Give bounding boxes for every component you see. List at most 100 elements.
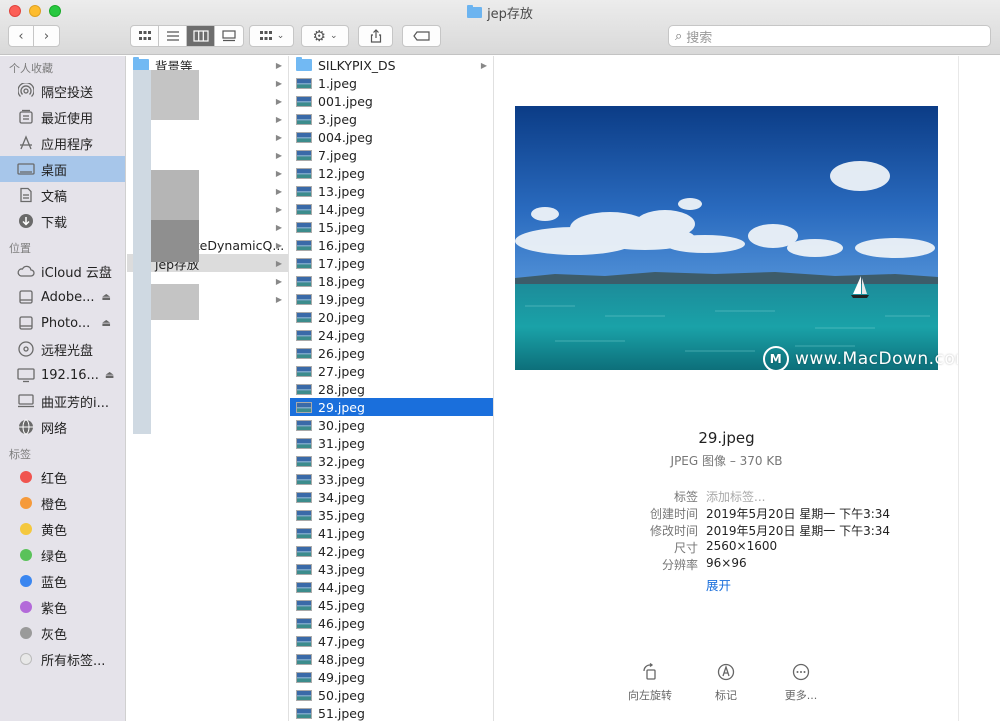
file-row[interactable]: 26.jpeg xyxy=(290,344,493,362)
file-row[interactable]: 004.jpeg xyxy=(290,128,493,146)
file-row[interactable]: 001.jpeg xyxy=(290,92,493,110)
sidebar-item-location[interactable]: 192.16... ⏏ xyxy=(0,362,125,388)
sidebar-item-tag[interactable]: 紫色 xyxy=(0,594,125,620)
sidebar-item-favorite[interactable]: 应用程序 xyxy=(0,130,125,156)
add-tags-field[interactable]: 添加标签... xyxy=(706,488,765,505)
eject-icon[interactable]: ⏏ xyxy=(105,370,114,381)
file-row[interactable]: 31.jpeg xyxy=(290,434,493,452)
sidebar-item-favorite[interactable]: 下载 xyxy=(0,208,125,234)
folder-row[interactable]: ▶ xyxy=(127,146,288,164)
icon-view-button[interactable] xyxy=(131,26,159,46)
file-row[interactable]: 43.jpeg xyxy=(290,560,493,578)
eject-icon[interactable]: ⏏ xyxy=(102,318,111,329)
item-name: 30.jpeg xyxy=(318,417,365,433)
folder-row[interactable]: ▶ xyxy=(127,128,288,146)
file-row[interactable]: 41.jpeg xyxy=(290,524,493,542)
file-row[interactable]: 27.jpeg xyxy=(290,362,493,380)
back-button[interactable]: ‹ xyxy=(9,26,35,46)
file-row[interactable]: 1.jpeg xyxy=(290,74,493,92)
rotate-left-button[interactable]: 向左旋转 xyxy=(615,661,685,703)
file-row[interactable]: 51.jpeg xyxy=(290,704,493,721)
file-row[interactable]: 30.jpeg xyxy=(290,416,493,434)
metadata-row: 尺寸 2560×1600 xyxy=(495,539,958,556)
sidebar-item-favorite[interactable]: 最近使用 xyxy=(0,104,125,130)
sidebar-item-location[interactable]: Adobe... ⏏ xyxy=(0,284,125,310)
image-thumbnail-icon xyxy=(296,689,312,701)
folder-icon xyxy=(296,57,312,71)
file-row[interactable]: 33.jpeg xyxy=(290,470,493,488)
sidebar-item-tag[interactable]: 黄色 xyxy=(0,516,125,542)
search-field[interactable]: ⌕ 搜索 xyxy=(668,25,991,47)
tags-button[interactable] xyxy=(402,25,441,47)
file-row[interactable]: 3.jpeg xyxy=(290,110,493,128)
item-name: 18.jpeg xyxy=(318,273,365,289)
sidebar-item-location[interactable]: Photo... ⏏ xyxy=(0,310,125,336)
file-row[interactable]: 32.jpeg xyxy=(290,452,493,470)
file-row[interactable]: 29.jpeg xyxy=(290,398,493,416)
list-view-button[interactable] xyxy=(159,26,187,46)
file-row[interactable]: 47.jpeg xyxy=(290,632,493,650)
more-button[interactable]: 更多... xyxy=(766,661,836,703)
sidebar-item-tag[interactable]: 绿色 xyxy=(0,542,125,568)
display-icon xyxy=(17,366,35,384)
share-button[interactable] xyxy=(358,25,393,47)
sidebar-item-label: 红色 xyxy=(41,471,68,487)
file-row[interactable]: 12.jpeg xyxy=(290,164,493,182)
file-row[interactable]: 34.jpeg xyxy=(290,488,493,506)
file-row[interactable]: 19.jpeg xyxy=(290,290,493,308)
column-view-button[interactable] xyxy=(187,26,215,46)
file-row[interactable]: 42.jpeg xyxy=(290,542,493,560)
file-row[interactable]: 20.jpeg xyxy=(290,308,493,326)
sidebar-item-label: 应用程序 xyxy=(41,137,94,153)
file-row[interactable]: 45.jpeg xyxy=(290,596,493,614)
file-row[interactable]: 28.jpeg xyxy=(290,380,493,398)
image-thumbnail-icon xyxy=(296,437,312,449)
sidebar-item-favorite[interactable]: 隔空投送 xyxy=(0,78,125,104)
group-button[interactable]: ⌄ xyxy=(249,25,294,47)
watermark: M www.MacDown.com xyxy=(763,346,972,372)
sidebar-item-tag[interactable]: 灰色 xyxy=(0,620,125,646)
file-row[interactable]: 16.jpeg xyxy=(290,236,493,254)
sidebar-item-favorite[interactable]: 桌面 xyxy=(0,156,125,182)
redacted-region xyxy=(151,284,199,320)
sidebar-item-location[interactable]: iCloud 云盘 xyxy=(0,258,125,284)
markup-button[interactable]: 标记 xyxy=(691,661,761,703)
gallery-view-button[interactable] xyxy=(215,26,243,46)
image-thumbnail-icon xyxy=(296,707,312,719)
sidebar-item-location[interactable]: 远程光盘 xyxy=(0,336,125,362)
file-row[interactable]: SILKYPIX_DS ▶ xyxy=(290,56,493,74)
sidebar-item-tag[interactable]: 蓝色 xyxy=(0,568,125,594)
file-row[interactable]: 44.jpeg xyxy=(290,578,493,596)
sidebar-item-location[interactable]: 曲亚芳的i... xyxy=(0,388,125,414)
file-row[interactable]: 14.jpeg xyxy=(290,200,493,218)
sidebar-item-location[interactable]: 网络 xyxy=(0,414,125,440)
file-row[interactable]: 35.jpeg xyxy=(290,506,493,524)
file-row[interactable]: 13.jpeg xyxy=(290,182,493,200)
file-row[interactable]: 46.jpeg xyxy=(290,614,493,632)
sidebar-item-tag[interactable]: 红色 xyxy=(0,464,125,490)
file-row[interactable]: 50.jpeg xyxy=(290,686,493,704)
eject-icon[interactable]: ⏏ xyxy=(102,292,111,303)
file-row[interactable]: 49.jpeg xyxy=(290,668,493,686)
file-row[interactable]: 48.jpeg xyxy=(290,650,493,668)
expand-link[interactable]: 展开 xyxy=(706,575,731,594)
toolbar: jep存放 ‹ › ⌄ ⚙ ⌄ ⌕ 搜索 xyxy=(0,0,1000,55)
redacted-region xyxy=(151,170,199,220)
file-row[interactable]: 15.jpeg xyxy=(290,218,493,236)
sidebar-item-tag[interactable]: 橙色 xyxy=(0,490,125,516)
tag-color-icon xyxy=(20,653,32,665)
sidebar-item-label: 所有标签... xyxy=(41,653,106,669)
metadata-key: 分辨率 xyxy=(661,558,698,572)
sidebar-item-tag[interactable]: 所有标签... xyxy=(0,646,125,672)
sidebar-item-favorite[interactable]: 文稿 xyxy=(0,182,125,208)
file-row[interactable]: 24.jpeg xyxy=(290,326,493,344)
action-menu-button[interactable]: ⚙ ⌄ xyxy=(301,25,349,47)
file-row[interactable]: 18.jpeg xyxy=(290,272,493,290)
gear-icon: ⚙ xyxy=(312,27,326,45)
image-thumbnail-icon xyxy=(296,275,312,287)
preview-file-name: 29.jpeg xyxy=(698,429,755,447)
file-row[interactable]: 17.jpeg xyxy=(290,254,493,272)
forward-button[interactable]: › xyxy=(34,26,59,46)
file-row[interactable]: 7.jpeg xyxy=(290,146,493,164)
view-mode-control xyxy=(130,25,244,47)
